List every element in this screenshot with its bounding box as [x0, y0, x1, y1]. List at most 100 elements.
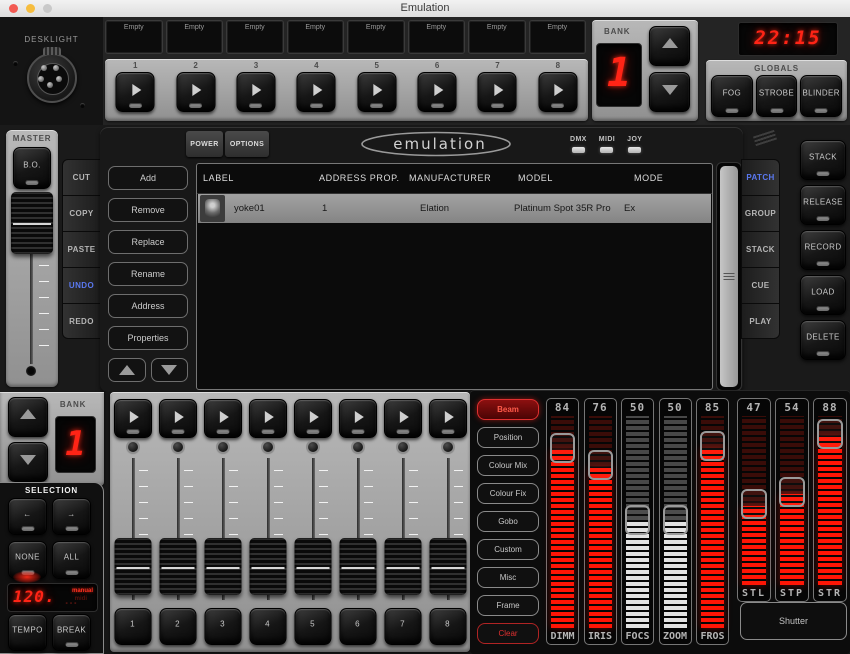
meter-fader-handle[interactable]	[741, 489, 767, 519]
global-button[interactable]: FOG	[711, 75, 753, 117]
strip-fader-handle[interactable]	[339, 538, 376, 595]
strip-knob[interactable]	[353, 442, 363, 452]
break-button[interactable]: BREAK	[52, 614, 91, 651]
strip-fader-handle[interactable]	[204, 538, 241, 595]
strip-fader-handle[interactable]	[294, 538, 331, 595]
global-button[interactable]: STROBE	[756, 75, 798, 117]
strip-fader-handle[interactable]	[114, 538, 151, 595]
parameter-meter[interactable]: 50 FOCS	[621, 398, 654, 645]
scroll-up-button[interactable]	[108, 358, 146, 382]
scroll-down-button[interactable]	[151, 358, 189, 382]
patch-action-button[interactable]: Rename	[108, 262, 188, 286]
meter-fader-handle[interactable]	[588, 450, 613, 480]
patch-action-button[interactable]: Properties	[108, 326, 188, 350]
parameter-meter[interactable]: 85 FROS	[696, 398, 729, 645]
tempo-button[interactable]: TEMPO	[8, 614, 47, 651]
play-button[interactable]	[176, 72, 215, 112]
preset-empty-button[interactable]: Empty	[226, 20, 284, 54]
play-button[interactable]	[236, 72, 275, 112]
strip-number-button[interactable]: 7	[384, 608, 421, 645]
blackout-button[interactable]: B.O.	[13, 147, 51, 189]
bank2-up-button[interactable]	[8, 397, 48, 437]
shutter-button[interactable]: Shutter	[740, 602, 847, 640]
side-hard-button[interactable]: DELETE	[800, 320, 846, 360]
strip-fader-handle[interactable]	[249, 538, 286, 595]
patch-action-button[interactable]: Remove	[108, 198, 188, 222]
play-button[interactable]	[478, 72, 517, 112]
strip-number-button[interactable]: 8	[429, 608, 466, 645]
preset-empty-button[interactable]: Empty	[468, 20, 526, 54]
strip-knob[interactable]	[218, 442, 228, 452]
meter-fader-handle[interactable]	[663, 505, 688, 535]
parameter-meter[interactable]: 84 DIMM	[546, 398, 579, 645]
strip-play-button[interactable]	[384, 399, 422, 438]
patch-action-button[interactable]: Address	[108, 294, 188, 318]
options-button[interactable]: OPTIONS	[225, 131, 269, 157]
tab-copy[interactable]: COPY	[62, 195, 101, 231]
tab-patch[interactable]: PATCH	[741, 159, 780, 195]
power-button[interactable]: POWER	[186, 131, 223, 157]
strip-play-button[interactable]	[339, 399, 377, 438]
strip-number-button[interactable]: 5	[294, 608, 331, 645]
parameter-meter[interactable]: 76 IRIS	[584, 398, 617, 645]
strip-number-button[interactable]: 2	[159, 608, 196, 645]
strip-fader-handle[interactable]	[159, 538, 196, 595]
play-button[interactable]	[418, 72, 457, 112]
meter-fader-handle[interactable]	[625, 505, 650, 535]
tab-undo[interactable]: UNDO	[62, 267, 101, 303]
strip-play-button[interactable]	[114, 399, 152, 438]
group-custom-button[interactable]: Custom	[477, 539, 539, 560]
strip-knob[interactable]	[128, 442, 138, 452]
strip-play-button[interactable]	[294, 399, 332, 438]
strip-number-button[interactable]: 1	[114, 608, 151, 645]
preset-empty-button[interactable]: Empty	[166, 20, 224, 54]
meter-fader-handle[interactable]	[700, 431, 725, 461]
tab-stack[interactable]: STACK	[741, 231, 780, 267]
strip-fader-handle[interactable]	[429, 538, 466, 595]
tab-cut[interactable]: CUT	[62, 159, 101, 195]
group-position-button[interactable]: Position	[477, 427, 539, 448]
strip-knob[interactable]	[263, 442, 273, 452]
meter-fader-handle[interactable]	[550, 433, 575, 463]
tab-cue[interactable]: CUE	[741, 267, 780, 303]
side-hard-button[interactable]: RELEASE	[800, 185, 846, 225]
preset-empty-button[interactable]: Empty	[105, 20, 163, 54]
group-frame-button[interactable]: Frame	[477, 595, 539, 616]
preset-empty-button[interactable]: Empty	[408, 20, 466, 54]
parameter-meter[interactable]: 54 STP	[775, 398, 809, 602]
patch-action-button[interactable]: Replace	[108, 230, 188, 254]
side-hard-button[interactable]: RECORD	[800, 230, 846, 270]
bank2-down-button[interactable]	[8, 442, 48, 482]
tab-redo[interactable]: REDO	[62, 303, 101, 339]
strip-play-button[interactable]	[429, 399, 467, 438]
bank-up-button[interactable]	[649, 26, 690, 66]
patch-row-selected[interactable]: yoke01 1 Elation Platinum Spot 35R Pro E…	[198, 194, 711, 223]
tab-play[interactable]: PLAY	[741, 303, 780, 339]
global-button[interactable]: BLINDER	[800, 75, 842, 117]
preset-empty-button[interactable]: Empty	[287, 20, 345, 54]
meter-fader-handle[interactable]	[779, 477, 805, 507]
select-next-button[interactable]: →	[52, 498, 91, 535]
parameter-meter[interactable]: 88 STR	[813, 398, 847, 602]
play-button[interactable]	[116, 72, 155, 112]
parameter-meter[interactable]: 50 ZOOM	[659, 398, 692, 645]
group-misc-button[interactable]: Misc	[477, 567, 539, 588]
strip-play-button[interactable]	[159, 399, 197, 438]
side-hard-button[interactable]: LOAD	[800, 275, 846, 315]
strip-knob[interactable]	[308, 442, 318, 452]
play-button[interactable]	[357, 72, 396, 112]
strip-number-button[interactable]: 3	[204, 608, 241, 645]
tab-paste[interactable]: PASTE	[62, 231, 101, 267]
preset-empty-button[interactable]: Empty	[347, 20, 405, 54]
preset-empty-button[interactable]: Empty	[529, 20, 587, 54]
master-fader-handle[interactable]	[11, 192, 53, 254]
strip-knob[interactable]	[173, 442, 183, 452]
patch-action-button[interactable]: Add	[108, 166, 188, 190]
strip-knob[interactable]	[398, 442, 408, 452]
meter-fader-handle[interactable]	[817, 419, 843, 449]
strip-play-button[interactable]	[204, 399, 242, 438]
strip-play-button[interactable]	[249, 399, 287, 438]
side-hard-button[interactable]: STACK	[800, 140, 846, 180]
select-previous-button[interactable]: ←	[8, 498, 47, 535]
play-button[interactable]	[538, 72, 577, 112]
